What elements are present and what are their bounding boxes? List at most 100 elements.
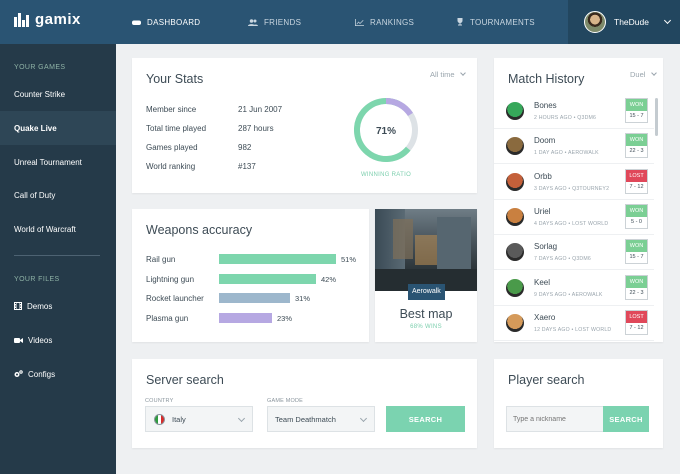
opponent-name: Sorlag <box>534 242 558 252</box>
result-badge: LOST 7 - 12 <box>625 168 648 194</box>
server-search-card: Server search COUNTRY Italy GAME MODE Te… <box>132 359 477 448</box>
stat-label: World ranking <box>146 162 196 171</box>
opponent-name: Orbb <box>534 171 552 181</box>
weapon-name: Rail gun <box>146 255 176 264</box>
sidebar-item-counter-strike[interactable]: Counter Strike <box>0 77 116 111</box>
player-search-title: Player search <box>508 373 585 387</box>
match-row[interactable]: Bones 2 HOURS AGO • Q3DM6 WON 15 - 7 <box>494 94 654 129</box>
sidebar-item-demos[interactable]: Demos <box>0 289 116 323</box>
match-score: 5 - 0 <box>630 218 642 225</box>
ratio-label: WINNING RATIO <box>360 172 412 178</box>
sidebar-item-call-of-duty[interactable]: Call of Duty <box>0 178 116 212</box>
weapon-accuracy-bar <box>219 293 290 303</box>
match-row[interactable]: Orbb 3 DAYS AGO • Q3TOURNEY2 LOST 7 - 12 <box>494 165 654 200</box>
stat-label: Total time played <box>146 124 207 133</box>
match-map: LOST WORLD <box>575 326 612 333</box>
sidebar-item-world-of-warcraft[interactable]: World of Warcraft <box>0 212 116 246</box>
match-list[interactable]: Bones 2 HOURS AGO • Q3DM6 WON 15 - 7 Doom 1 D… <box>494 94 654 342</box>
nav-dashboard[interactable]: DASHBOARD <box>132 0 200 44</box>
sidebar-item-configs[interactable]: Configs <box>0 357 116 391</box>
weapons-title: Weapons accuracy <box>146 223 253 237</box>
brand-name: gamix <box>35 11 81 28</box>
weapon-name: Plasma gun <box>146 313 189 323</box>
match-result: WON <box>626 204 647 217</box>
chevron-down-icon <box>359 414 368 423</box>
match-result: LOST <box>626 310 647 323</box>
game-mode-label: GAME MODE <box>267 398 304 404</box>
match-meta: 2 HOURS AGO • Q3DM6 <box>534 115 596 121</box>
stat-label: Games played <box>146 143 198 152</box>
match-map: Q3DM6 <box>572 256 591 263</box>
match-map: AEROWALK <box>568 150 599 157</box>
user-menu[interactable]: TheDude <box>568 0 680 44</box>
match-list-scrollbar[interactable] <box>655 98 658 136</box>
match-score: 22 - 3 <box>629 289 644 296</box>
best-map-card[interactable]: Aerowalk Best map 68% WINS <box>375 209 477 342</box>
trophy-icon <box>457 18 463 26</box>
logo-bars-icon <box>14 12 29 27</box>
nav-rankings[interactable]: RANKINGS <box>355 0 414 44</box>
match-mode-filter[interactable]: Duel <box>630 70 657 79</box>
match-row[interactable]: Uriel 4 DAYS AGO • LOST WORLD WON 5 - 0 <box>494 200 654 235</box>
match-time: 7 DAYS AGO <box>534 256 567 263</box>
opponent-avatar <box>506 102 524 120</box>
users-icon <box>248 18 258 26</box>
match-row[interactable]: Keel 9 DAYS AGO • AEROWALK WON 22 - 3 <box>494 271 654 306</box>
nav-tournaments[interactable]: TOURNAMENTS <box>456 0 535 44</box>
match-result: WON <box>626 275 647 288</box>
result-badge: WON 5 - 0 <box>625 203 648 229</box>
result-badge: WON 15 - 7 <box>625 98 648 123</box>
opponent-avatar <box>506 207 524 226</box>
stats-time-filter[interactable]: All time <box>430 70 466 79</box>
weapons-card: Weapons accuracy Rail gun 51% Lightning gu… <box>132 209 369 342</box>
match-time: 2 HOURS AGO <box>534 115 572 121</box>
avatar <box>584 11 606 33</box>
sidebar-item-label: Demos <box>27 301 53 311</box>
match-result: WON <box>626 99 647 111</box>
stats-title: Your Stats <box>146 72 204 86</box>
sidebar-item-label: Unreal Tournament <box>14 157 82 167</box>
opponent-name: Doom <box>534 136 556 146</box>
match-score: 7 - 12 <box>629 324 644 331</box>
opponent-avatar <box>506 278 524 297</box>
game-mode-select[interactable]: Team Deathmatch <box>267 406 375 432</box>
sidebar-item-unreal-tournament[interactable]: Unreal Tournament <box>0 145 116 179</box>
match-meta: 9 DAYS AGO • AEROWALK <box>534 292 603 298</box>
country-select[interactable]: Italy <box>145 406 253 432</box>
opponent-avatar <box>506 313 524 332</box>
nickname-input[interactable] <box>506 406 603 432</box>
country-label: COUNTRY <box>145 398 174 404</box>
match-map: AEROWALK <box>571 291 603 298</box>
opponent-avatar <box>506 137 524 156</box>
film-icon <box>14 302 22 310</box>
nav-friends[interactable]: FRIENDS <box>248 0 301 44</box>
weapon-accuracy-bar <box>219 312 272 323</box>
video-camera-icon <box>14 337 23 343</box>
files-heading: YOUR FILES <box>14 276 60 283</box>
match-result: WON <box>626 134 647 147</box>
result-badge: WON 15 - 7 <box>625 239 648 265</box>
player-search-button[interactable]: SEARCH <box>603 406 649 432</box>
match-meta: 12 DAYS AGO • LOST WORLD <box>534 327 611 333</box>
weapon-accuracy-percent: 51% <box>341 255 357 264</box>
result-badge: LOST 7 - 12 <box>625 309 648 335</box>
match-result: LOST <box>626 169 647 182</box>
weapon-accuracy-bar <box>219 273 316 284</box>
sidebar-item-videos[interactable]: Videos <box>0 323 116 357</box>
match-time: 9 DAYS AGO <box>534 291 567 298</box>
stat-value: 287 hours <box>238 124 274 133</box>
opponent-name: Xaero <box>534 312 556 322</box>
filter-label: All time <box>430 70 455 79</box>
match-row[interactable]: Sorlag 7 DAYS AGO • Q3DM6 WON 15 - 7 <box>494 235 654 271</box>
match-row[interactable]: Xaero 12 DAYS AGO • LOST WORLD LOST 7 - 12 <box>494 306 654 341</box>
sidebar-item-label: World of Warcraft <box>14 224 76 234</box>
match-score: 22 - 3 <box>629 148 644 155</box>
result-badge: WON 22 - 3 <box>625 133 648 159</box>
match-row[interactable]: Doom 1 DAY AGO • AEROWALK WON 22 - 3 <box>494 129 654 165</box>
best-map-wins: 68% WINS <box>410 324 442 330</box>
server-search-button[interactable]: SEARCH <box>386 406 465 432</box>
map-thumbnail <box>375 209 477 291</box>
logo[interactable]: gamix <box>14 11 81 28</box>
sidebar: YOUR GAMES Counter Strike Quake Live Unr… <box>0 44 116 474</box>
sidebar-item-quake-live[interactable]: Quake Live <box>0 111 116 145</box>
